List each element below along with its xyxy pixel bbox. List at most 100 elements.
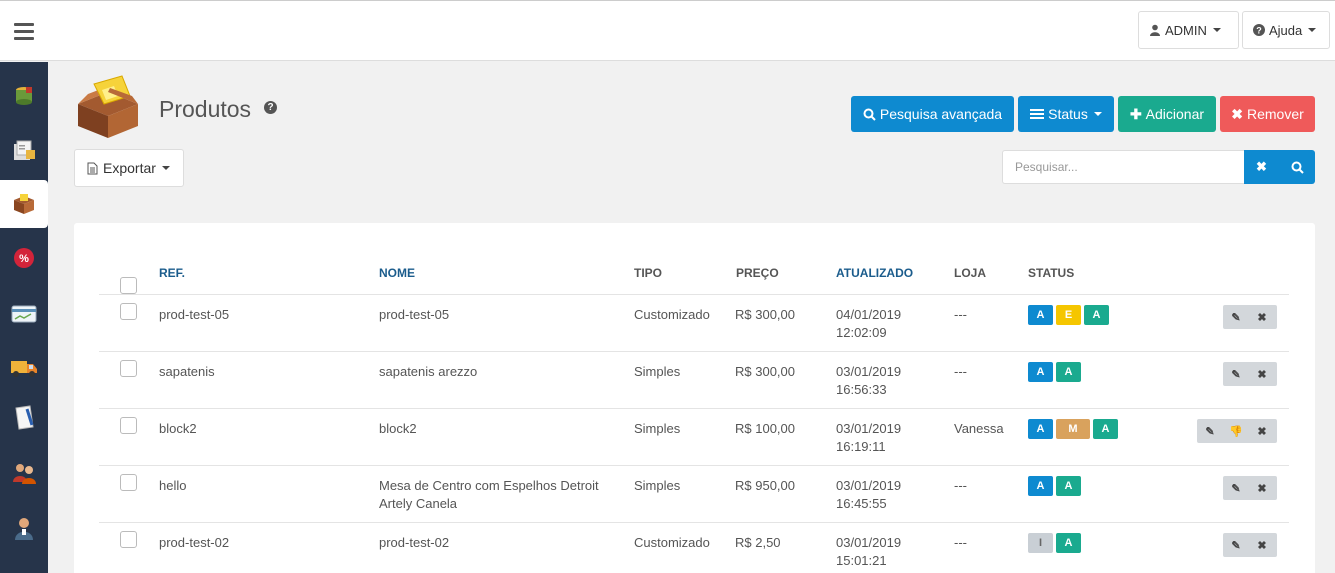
delete-action-close-icon[interactable]: ✖ <box>1249 539 1275 552</box>
export-label: Exportar <box>103 160 156 176</box>
user-menu-label: ADMIN <box>1165 22 1207 38</box>
sidebar-item-payments[interactable] <box>0 290 48 338</box>
cell-tipo: Simples <box>634 364 681 379</box>
chevron-down-icon <box>161 166 170 170</box>
edit-action-pencil-icon[interactable]: ✎ <box>1223 539 1249 552</box>
row-actions: ✎ ✖ <box>1223 305 1277 329</box>
cell-loja: --- <box>954 364 967 379</box>
cell-tipo: Simples <box>634 421 681 436</box>
status-badge: M <box>1056 419 1090 439</box>
menu-toggle-icon[interactable] <box>14 23 34 40</box>
remove-button[interactable]: ✖ Remover <box>1220 96 1315 132</box>
status-badge: I <box>1028 533 1053 553</box>
cell-time: 16:19:11 <box>836 439 886 454</box>
question-circle-icon: ? <box>1253 24 1265 36</box>
sidebar: % <box>0 62 48 573</box>
list-icon <box>1030 109 1045 119</box>
status-badge: A <box>1056 362 1081 382</box>
advanced-search-button[interactable]: Pesquisa avançada <box>851 96 1014 132</box>
close-icon: ✖ <box>1256 159 1267 174</box>
help-menu-button[interactable]: ? Ajuda <box>1242 11 1330 49</box>
status-badge: A <box>1056 533 1081 553</box>
delivery-truck-icon <box>11 361 37 377</box>
cell-time: 16:45:55 <box>836 496 887 511</box>
search-button[interactable] <box>1279 150 1315 184</box>
chevron-down-icon <box>1093 112 1102 116</box>
export-button[interactable]: Exportar <box>74 149 184 187</box>
delete-action-close-icon[interactable]: ✖ <box>1249 482 1275 495</box>
cell-atualizado: 03/01/2019 16:19:11 <box>836 420 901 456</box>
sidebar-item-catalog[interactable] <box>0 127 48 175</box>
cell-tipo: Simples <box>634 478 681 493</box>
column-header-nome[interactable]: NOME <box>379 266 415 280</box>
row-checkbox[interactable] <box>120 303 137 320</box>
search-icon <box>863 108 876 121</box>
cell-nome-line: sapatenis arezzo <box>379 364 478 379</box>
cell-loja: Vanessa <box>954 421 1004 436</box>
edit-action-pencil-icon[interactable]: ✎ <box>1223 368 1249 381</box>
top-navbar: ADMIN ? Ajuda <box>0 0 1335 61</box>
delete-action-close-icon[interactable]: ✖ <box>1249 425 1275 438</box>
row-actions: ✎ 👎 ✖ <box>1197 419 1277 443</box>
status-badge: A <box>1084 305 1109 325</box>
help-menu-label: Ajuda <box>1269 22 1303 38</box>
user-menu-button[interactable]: ADMIN <box>1138 11 1239 49</box>
cell-preco: R$ 2,50 <box>735 535 781 550</box>
column-header-atualizado[interactable]: ATUALIZADO <box>836 266 913 280</box>
status-badge: A <box>1028 476 1053 496</box>
cell-ref: block2 <box>159 421 197 436</box>
cell-loja: --- <box>954 535 967 550</box>
row-divider <box>99 351 1289 352</box>
cell-date: 04/01/2019 <box>836 307 902 322</box>
sidebar-item-database[interactable] <box>0 72 48 120</box>
sidebar-item-users[interactable] <box>0 504 48 552</box>
cell-nome-line: prod-test-05 <box>379 307 450 322</box>
cell-time: 15:01:21 <box>836 553 887 568</box>
user-icon <box>1150 24 1160 36</box>
edit-action-pencil-icon[interactable]: ✎ <box>1197 425 1223 438</box>
cell-nome-line: prod-test-02 <box>379 535 450 550</box>
delete-action-close-icon[interactable]: ✖ <box>1249 368 1275 381</box>
sidebar-item-shipping[interactable] <box>0 344 48 392</box>
row-checkbox[interactable] <box>120 474 137 491</box>
cell-ref: sapatenis <box>159 364 215 379</box>
cell-atualizado: 03/01/2019 16:56:33 <box>836 363 901 399</box>
row-actions: ✎ ✖ <box>1223 476 1277 500</box>
add-button[interactable]: ✚ Adicionar <box>1118 96 1216 132</box>
sidebar-item-documents[interactable] <box>0 394 48 442</box>
clear-search-button[interactable]: ✖ <box>1244 150 1279 184</box>
row-checkbox[interactable] <box>120 417 137 434</box>
status-badge: A <box>1056 476 1081 496</box>
row-divider <box>99 465 1289 466</box>
sidebar-item-discounts[interactable]: % <box>0 234 48 282</box>
sidebar-item-customers[interactable] <box>0 449 48 497</box>
sidebar-item-products[interactable] <box>0 180 48 228</box>
product-box-icon <box>78 75 138 138</box>
row-checkbox[interactable] <box>120 531 137 548</box>
user-icon <box>15 518 33 540</box>
catalog-icon <box>14 140 35 160</box>
database-icon <box>16 87 32 105</box>
search-input[interactable] <box>1002 150 1245 184</box>
products-table-card <box>74 223 1315 573</box>
cell-loja: --- <box>954 478 967 493</box>
dislike-action-thumbs-down-icon[interactable]: 👎 <box>1223 425 1249 438</box>
cell-time: 12:02:09 <box>836 325 887 340</box>
help-icon[interactable]: ? <box>264 101 277 114</box>
cell-preco: R$ 950,00 <box>735 478 795 493</box>
status-dropdown-button[interactable]: Status <box>1018 96 1114 132</box>
row-checkbox[interactable] <box>120 360 137 377</box>
edit-action-pencil-icon[interactable]: ✎ <box>1223 482 1249 495</box>
column-header-ref[interactable]: REF. <box>159 266 185 280</box>
chevron-down-icon <box>1308 28 1317 32</box>
cell-preco: R$ 300,00 <box>735 364 795 379</box>
delete-action-close-icon[interactable]: ✖ <box>1249 311 1275 324</box>
cell-tipo: Customizado <box>634 307 710 322</box>
search-icon <box>1291 161 1304 174</box>
plus-icon: ✚ <box>1129 105 1142 122</box>
cell-atualizado: 03/01/2019 15:01:21 <box>836 534 901 570</box>
cell-loja: --- <box>954 307 967 322</box>
select-all-checkbox[interactable] <box>120 277 137 294</box>
edit-action-pencil-icon[interactable]: ✎ <box>1223 311 1249 324</box>
cell-nome: Mesa de Centro com Espelhos Detroit Artel… <box>379 477 599 513</box>
